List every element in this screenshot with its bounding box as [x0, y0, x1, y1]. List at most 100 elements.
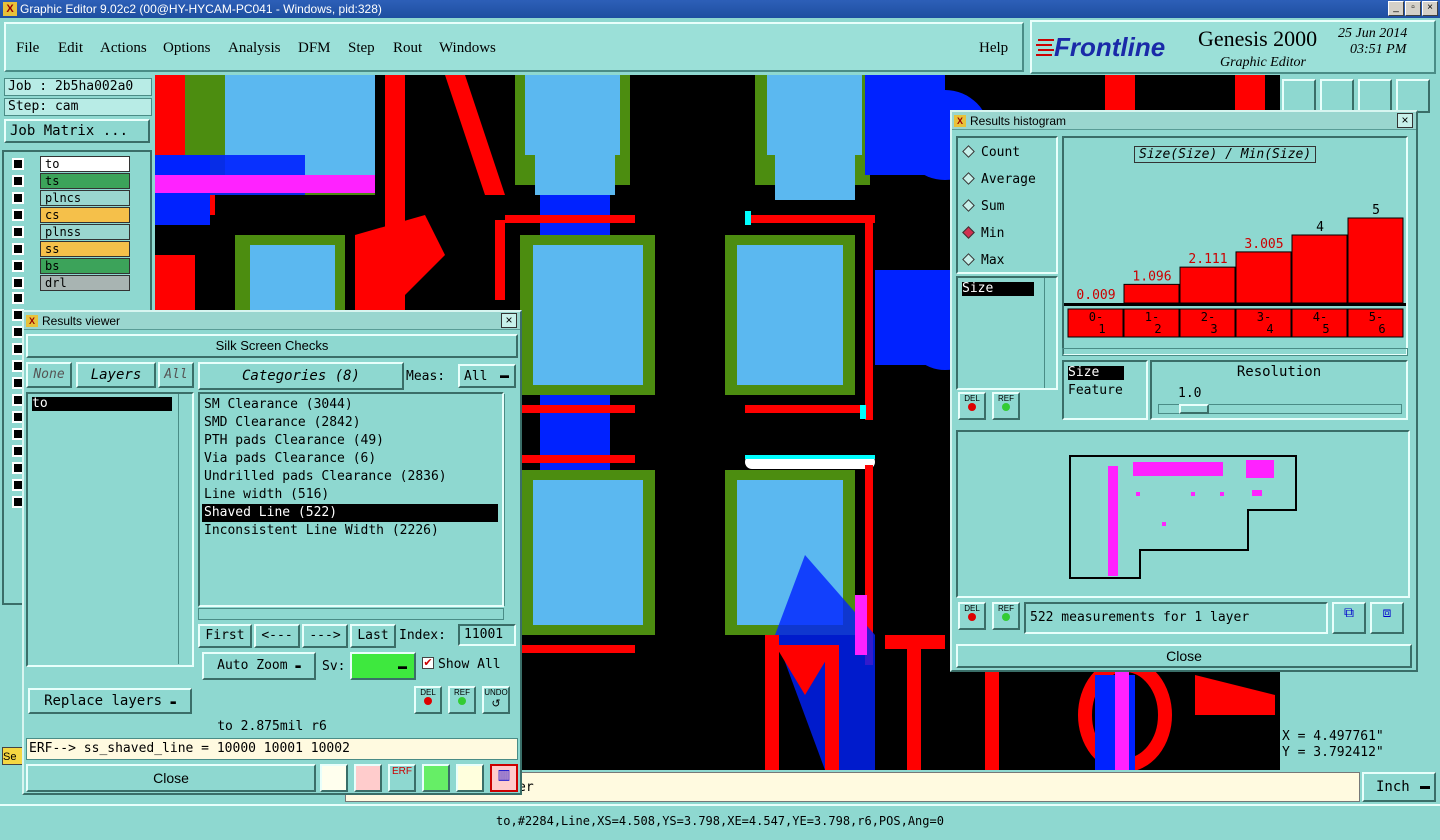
layer-name[interactable]: bs: [40, 258, 130, 274]
all-button[interactable]: All: [158, 362, 194, 388]
layer-row[interactable]: plncs: [10, 190, 130, 206]
layer-row[interactable]: ts: [10, 173, 130, 189]
histogram-bar[interactable]: [1123, 283, 1180, 304]
resolution-slider[interactable]: [1158, 404, 1402, 414]
layers-button[interactable]: Layers: [76, 362, 156, 388]
histogram-bar[interactable]: [1291, 234, 1348, 304]
index-input[interactable]: 11001: [458, 624, 516, 646]
histogram-bar[interactable]: [1179, 266, 1236, 304]
undo-button[interactable]: UNDO ↺: [482, 686, 510, 714]
view-icon-2[interactable]: [354, 764, 382, 792]
layer-row[interactable]: bs: [10, 258, 130, 274]
stat-option-average[interactable]: Average: [962, 171, 1036, 189]
stat-option-min[interactable]: Min: [962, 225, 1004, 243]
category-item[interactable]: Shaved Line (522): [202, 504, 498, 522]
minimize-button[interactable]: _: [1388, 1, 1404, 16]
page-icon[interactable]: [422, 764, 450, 792]
menu-dfm[interactable]: DFM: [298, 40, 331, 57]
menu-file[interactable]: File: [16, 40, 39, 57]
layer-name[interactable]: to: [40, 156, 130, 172]
erf-icon[interactable]: ERF: [388, 764, 416, 792]
attribute-scrollbar[interactable]: [1044, 278, 1056, 388]
prev-button[interactable]: <---: [254, 624, 300, 648]
first-button[interactable]: First: [198, 624, 252, 648]
resolution-slider-handle[interactable]: [1179, 404, 1209, 414]
categories-list[interactable]: SM Clearance (3044) SMD Clearance (2842) P…: [198, 392, 504, 607]
layer-row[interactable]: plnss: [10, 224, 130, 240]
layer-checkbox[interactable]: [12, 260, 24, 272]
results-viewer-close-button[interactable]: Close: [26, 764, 316, 792]
menu-actions[interactable]: Actions: [100, 40, 147, 57]
sort-list[interactable]: Size Feature: [1062, 360, 1148, 420]
layer-row[interactable]: to: [10, 156, 130, 172]
layer-name[interactable]: plnss: [40, 224, 130, 240]
histogram-close-icon[interactable]: ×: [1397, 113, 1413, 128]
hist-ref-button[interactable]: REF: [992, 392, 1020, 420]
next-button[interactable]: --->: [302, 624, 348, 648]
layer-checkbox[interactable]: [12, 192, 24, 204]
layer-checkbox[interactable]: [12, 277, 24, 289]
menu-help[interactable]: Help: [979, 40, 1008, 57]
hist-del-button[interactable]: DEL: [958, 392, 986, 420]
histogram-bar[interactable]: [1235, 251, 1292, 304]
units-select[interactable]: Inch ▬: [1362, 772, 1436, 802]
zoom-home-icon[interactable]: ⧈: [1370, 602, 1404, 634]
sort-item-size[interactable]: Size: [1068, 366, 1124, 380]
menu-rout[interactable]: Rout: [393, 40, 422, 57]
layer-row[interactable]: cs: [10, 207, 130, 223]
histogram-hscrollbar[interactable]: [1062, 348, 1408, 356]
layer-checkbox[interactable]: [12, 209, 24, 221]
preview-del-button[interactable]: DEL: [958, 602, 986, 630]
layer-name[interactable]: ts: [40, 173, 130, 189]
toolbar-window-icon[interactable]: [1396, 79, 1430, 113]
results-viewer-close-icon[interactable]: ×: [501, 313, 517, 328]
category-item[interactable]: SM Clearance (3044): [202, 396, 498, 414]
layer-checkbox[interactable]: [12, 175, 24, 187]
layer-name[interactable]: plncs: [40, 190, 130, 206]
menu-options[interactable]: Options: [163, 40, 211, 57]
categories-scrollbar[interactable]: [504, 394, 518, 606]
close-window-button[interactable]: ×: [1422, 1, 1438, 16]
attribute-list-item[interactable]: Size: [962, 282, 1034, 296]
none-button[interactable]: None: [26, 362, 72, 388]
histogram-icon[interactable]: ▥: [490, 764, 518, 792]
layer-row[interactable]: ss: [10, 241, 130, 257]
maximize-button[interactable]: ▫: [1405, 1, 1421, 16]
category-item[interactable]: Inconsistent Line Width (2226): [202, 522, 498, 540]
show-all-checkbox[interactable]: ✔: [422, 657, 434, 669]
layer-checkbox[interactable]: [12, 292, 24, 304]
sort-item-feature[interactable]: Feature: [1068, 384, 1138, 398]
category-item[interactable]: Via pads Clearance (6): [202, 450, 498, 468]
layers-scrollbar[interactable]: [178, 394, 192, 664]
report-icon[interactable]: [456, 764, 484, 792]
menu-edit[interactable]: Edit: [58, 40, 83, 57]
histogram-bar[interactable]: [1347, 217, 1404, 304]
auto-zoom-button[interactable]: Auto Zoom ▬: [202, 652, 316, 680]
stat-option-max[interactable]: Max: [962, 252, 1004, 270]
ref-button[interactable]: REF: [448, 686, 476, 714]
categories-hscrollbar[interactable]: [198, 608, 504, 620]
toolbar-house-icon[interactable]: [1358, 79, 1392, 113]
menu-step[interactable]: Step: [348, 40, 375, 57]
layer-checkbox[interactable]: [12, 226, 24, 238]
layer-name[interactable]: drl: [40, 275, 130, 291]
sv-color-select[interactable]: ▬: [350, 652, 416, 680]
stat-option-count[interactable]: Count: [962, 144, 1020, 162]
del-button[interactable]: DEL: [414, 686, 442, 714]
board-preview[interactable]: [956, 430, 1410, 598]
category-item[interactable]: PTH pads Clearance (49): [202, 432, 498, 450]
layers-list[interactable]: to: [26, 392, 194, 667]
layer-checkbox[interactable]: [12, 158, 24, 170]
categories-button[interactable]: Categories (8): [198, 362, 404, 390]
preview-ref-button[interactable]: REF: [992, 602, 1020, 630]
category-item[interactable]: Line width (516): [202, 486, 498, 504]
replace-layers-button[interactable]: Replace layers ▬: [28, 688, 192, 714]
stat-option-sum[interactable]: Sum: [962, 198, 1004, 216]
histogram-close-button[interactable]: Close: [956, 644, 1412, 668]
toolbar-save-icon[interactable]: [1320, 79, 1354, 113]
meas-select[interactable]: All ▬: [458, 364, 516, 388]
layer-name[interactable]: ss: [40, 241, 130, 257]
toolbar-home-icon[interactable]: [1282, 79, 1316, 113]
category-item[interactable]: Undrilled pads Clearance (2836): [202, 468, 498, 486]
attribute-list[interactable]: Size: [956, 276, 1058, 390]
